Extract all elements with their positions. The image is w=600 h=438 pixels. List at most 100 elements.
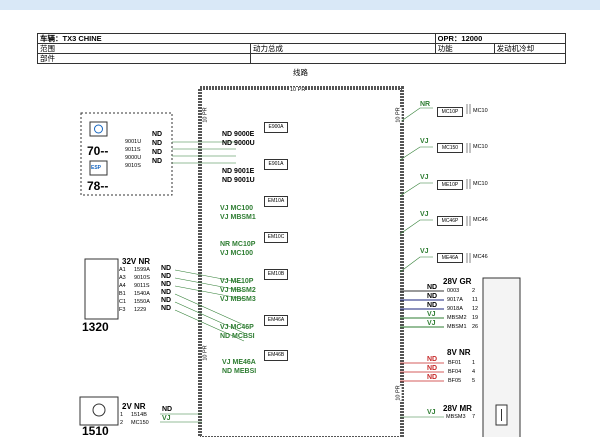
- splice-wire: ND 9000U: [222, 140, 255, 147]
- connector-ref: MBSM3: [446, 414, 466, 420]
- splice-wire: VJ MC100: [220, 205, 254, 212]
- connector-1510-type: 2V NR: [122, 402, 146, 411]
- harness-right-label-2: 10 PR: [395, 385, 402, 401]
- connector-ref: 0003: [447, 288, 460, 294]
- connector-28v-gr-wires: [400, 290, 444, 328]
- module-wire-4: ND: [152, 158, 163, 165]
- connector-wire: ND: [162, 406, 173, 413]
- splice-box: EM10B: [264, 269, 288, 280]
- esp-label: ESP: [91, 165, 102, 171]
- splice-wire: ND MEBSI: [222, 368, 257, 375]
- harness-right-label-1: 10 PR: [395, 107, 402, 123]
- splice-wire: ND 9001E: [222, 168, 255, 175]
- connector-ref: BF01: [448, 360, 462, 366]
- connector-wire: VJ: [427, 409, 436, 416]
- connector-ref: 1229: [134, 307, 147, 313]
- right-wire-color: VJ: [420, 248, 429, 255]
- harness-top-label: 10 PR: [290, 87, 306, 93]
- connector-wire: VJ: [427, 311, 436, 318]
- right-wire-dest: MC10: [473, 144, 488, 150]
- connector-wire: VJ: [427, 320, 436, 327]
- connector-1510-id: 1510: [82, 424, 109, 438]
- connector-28v-gr-type: 28V GR: [443, 277, 472, 286]
- module-pin-2: 9011S: [125, 147, 141, 153]
- connector-pin: 19: [472, 315, 479, 321]
- connector-pin: 11: [472, 297, 478, 303]
- connector-ref: 9017A: [447, 297, 463, 303]
- right-wire-ref: MC10P: [437, 107, 463, 117]
- connector-pin: 4: [472, 369, 476, 375]
- connector-ref: BF05: [448, 378, 462, 384]
- splice-box: EM46A: [264, 315, 288, 326]
- connector-pin: 1: [472, 360, 476, 366]
- splice-wire: VJ MBSM2: [220, 287, 256, 294]
- right-wire-dest: MC46: [473, 254, 488, 260]
- right-wire-ref: MC150: [437, 143, 463, 153]
- splice-box: E900A: [264, 122, 288, 133]
- splice-wire: ND 9001U: [222, 177, 255, 184]
- splice-wire: VJ ME10P: [220, 278, 254, 285]
- module-pin-4: 9010S: [125, 163, 141, 169]
- connector-pin: B1: [119, 291, 126, 297]
- connector-ref: MBSM2: [447, 315, 467, 321]
- module-id-1: 70--: [87, 144, 109, 158]
- connector-ref: 1540A: [134, 291, 150, 297]
- connector-wire: ND: [427, 374, 438, 381]
- right-wire-ref: MC46P: [437, 216, 463, 226]
- splice-box: EM10C: [264, 232, 288, 243]
- module-wire-1: ND: [152, 131, 163, 138]
- splice-wire: VJ MC100: [220, 250, 254, 257]
- right-wire-color: VJ: [420, 138, 429, 145]
- right-wire-ref: ME46A: [437, 253, 463, 263]
- connector-1320-type: 32V NR: [122, 257, 151, 266]
- connector-8v-nr-wires: [400, 362, 444, 382]
- splice-wire: ND 9000E: [222, 131, 255, 138]
- splice-wire: VJ MBSM1: [220, 214, 256, 221]
- connector-wire: ND: [427, 356, 438, 363]
- connector-ref: MC150: [131, 420, 149, 426]
- connector-ref: 9011S: [134, 283, 150, 289]
- connector-pin: 2: [472, 288, 476, 294]
- connector-pin: A3: [119, 275, 126, 281]
- connector-wire: ND: [161, 297, 172, 304]
- connector-ref: 9018A: [447, 306, 463, 312]
- connector-1320-body: [84, 258, 119, 320]
- splice-wire: NR MC10P: [220, 241, 256, 248]
- module-wire-3: ND: [152, 149, 163, 156]
- connector-pin: 5: [472, 378, 476, 384]
- right-wire-color: VJ: [420, 174, 429, 181]
- connector-wire: ND: [161, 265, 172, 272]
- connector-pin: C1: [119, 299, 127, 305]
- splice-wire: VJ MBSM3: [220, 296, 256, 303]
- connector-pin: 12: [472, 306, 479, 312]
- connector-wire: ND: [161, 289, 172, 296]
- connector-pin: 2: [120, 420, 124, 426]
- connector-ref: 1514B: [131, 412, 147, 418]
- connector-wire: ND: [427, 365, 438, 372]
- connector-wire: ND: [161, 281, 172, 288]
- connector-wire: ND: [427, 302, 438, 309]
- connector-pin: F3: [119, 307, 126, 313]
- harness-left-label-2: 10 PR: [202, 345, 209, 361]
- splice-wire: VJ MC46P: [220, 324, 254, 331]
- connector-pin: A4: [119, 283, 126, 289]
- wiring-diagram: [79, 86, 521, 437]
- connector-wire: ND: [427, 293, 438, 300]
- connector-pin: 26: [472, 324, 479, 330]
- splice-box: EM46B: [264, 350, 288, 361]
- module-id-2: 78--: [87, 179, 109, 193]
- splice-wire: ND MCBSI: [220, 333, 255, 340]
- splice-box: EM10A: [264, 196, 288, 207]
- splice-wire: VJ ME46A: [222, 359, 256, 366]
- connector-28v-mr-type: 28V MR: [443, 404, 472, 413]
- connector-ref: 1550A: [134, 299, 150, 305]
- connector-wire: ND: [427, 284, 438, 291]
- splice-box: E901A: [264, 159, 288, 170]
- right-wire-dest: MC10: [473, 181, 488, 187]
- module-pin-3: 9000U: [125, 155, 142, 161]
- right-wire-color: VJ: [420, 211, 429, 218]
- right-wire-color: NR: [420, 101, 431, 108]
- connector-wire: ND: [161, 305, 172, 312]
- connector-wire: VJ: [162, 415, 171, 422]
- connector-ref: 1599A: [134, 267, 150, 273]
